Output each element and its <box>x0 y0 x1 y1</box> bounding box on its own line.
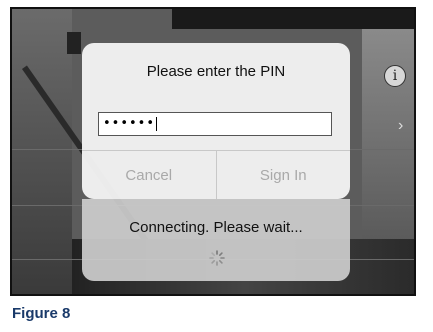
pin-value: •••••• <box>103 116 156 131</box>
chevron-right-icon[interactable]: › <box>398 117 403 135</box>
screenshot-frame: i › Please enter the PIN •••••• Cancel S… <box>10 7 416 296</box>
pin-input[interactable]: •••••• <box>98 112 332 136</box>
connecting-overlay: Connecting. Please wait... <box>82 199 350 281</box>
bg-top-bar <box>172 9 414 29</box>
chevron-glyph: › <box>398 117 404 134</box>
text-caret <box>156 116 158 131</box>
connecting-message: Connecting. Please wait... <box>129 219 303 236</box>
bg-bracket <box>67 32 81 54</box>
pin-dialog: Please enter the PIN •••••• Cancel Sign … <box>82 43 350 199</box>
sign-in-button[interactable]: Sign In <box>217 151 351 199</box>
dialog-button-row: Cancel Sign In <box>82 150 350 199</box>
bg-left-panel <box>12 9 72 294</box>
spinner-icon <box>209 250 225 266</box>
info-icon[interactable]: i <box>384 65 406 87</box>
dialog-title: Please enter the PIN <box>146 63 286 80</box>
info-glyph: i <box>392 68 398 84</box>
figure-caption: Figure 8 <box>12 305 71 322</box>
cancel-button[interactable]: Cancel <box>82 151 216 199</box>
